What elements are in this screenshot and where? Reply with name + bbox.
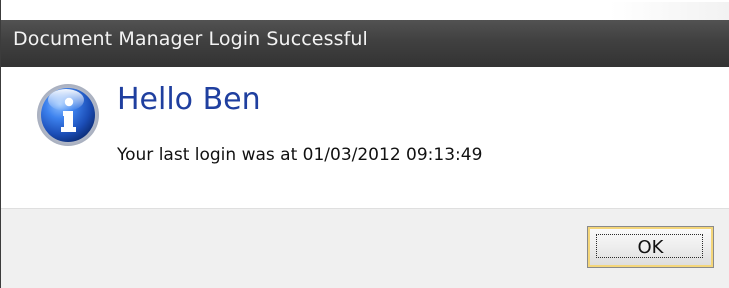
dialog-content	[1, 67, 729, 208]
window-title: Document Manager Login Successful	[13, 28, 368, 50]
title-bar-top-right-area	[610, 2, 729, 20]
last-login-message: Your last login was at 01/03/2012 09:13:…	[117, 145, 483, 165]
ok-button[interactable]: OK	[587, 226, 714, 268]
title-bar[interactable]: Document Manager Login Successful	[1, 0, 729, 67]
info-icon	[37, 84, 99, 146]
greeting-heading: Hello Ben	[117, 82, 261, 117]
login-success-dialog: Document Manager Login Successful Hello …	[0, 0, 729, 288]
